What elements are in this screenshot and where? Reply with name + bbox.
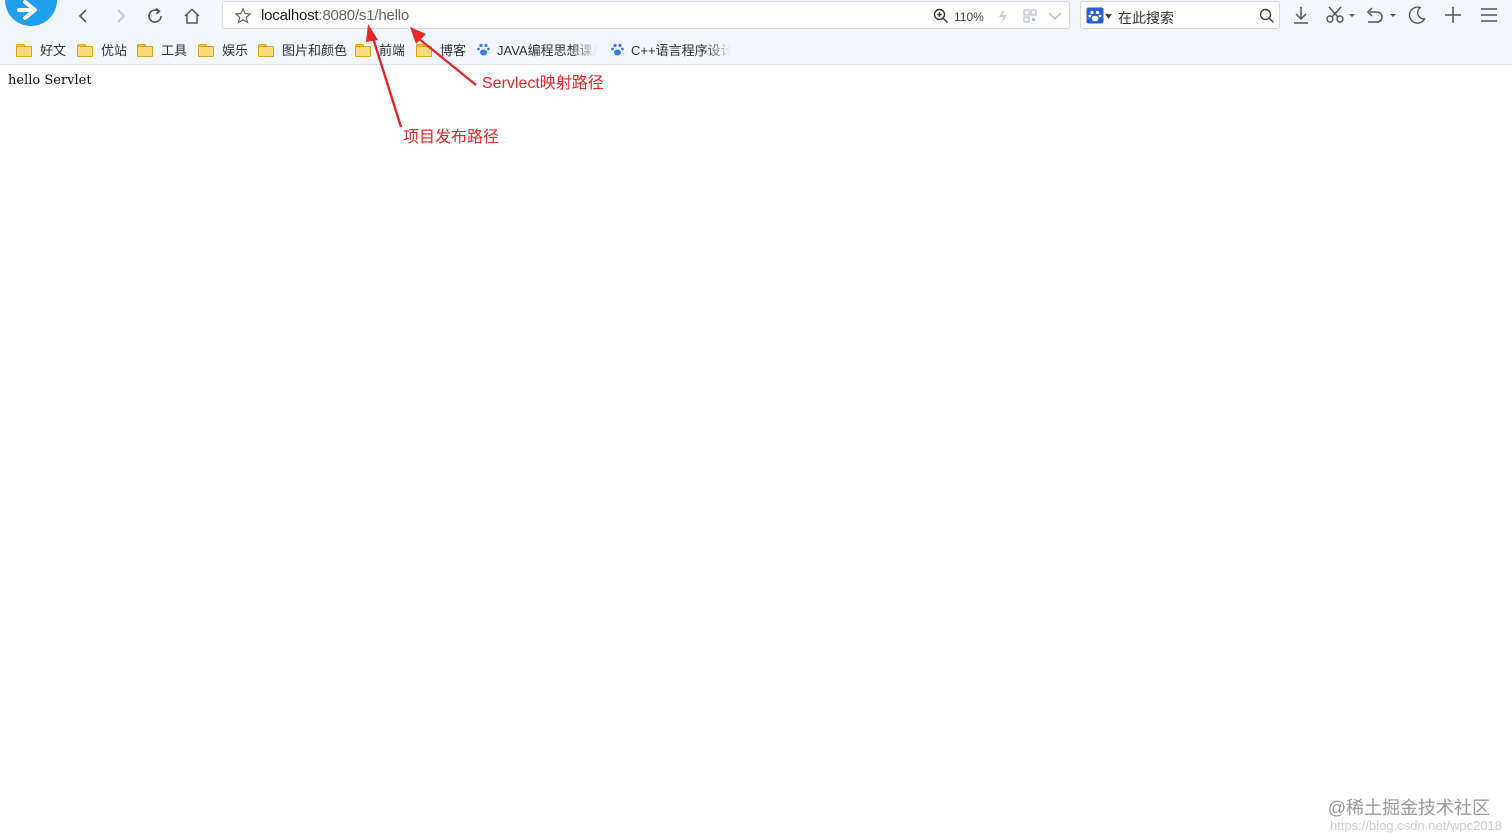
folder-icon [77,43,93,57]
page-body-text: hello Servlet [8,73,92,88]
menu-icon[interactable] [1479,5,1499,25]
forward-arrow-icon [117,9,126,23]
back-arrow-icon [78,9,87,23]
bookmark-label: 博客 [440,43,467,58]
watermark-text: @稀土掘金技术社区 [1327,798,1490,818]
bookmark-folder-qianduan[interactable]: 前端 [355,40,405,59]
home-button[interactable] [177,1,207,31]
reload-icon [148,7,162,23]
screenshot-scissors-icon[interactable] [1325,5,1355,25]
home-icon [184,8,200,24]
search-box[interactable]: 在此搜索 [1080,1,1280,29]
browser-chrome: localhost:8080/s1/hello 110% 在此搜索 好文 优站 … [0,0,1512,65]
bookmark-folder-yule[interactable]: 娱乐 [198,40,248,59]
folder-icon [416,43,432,57]
url-host: localhost [261,7,319,24]
browser-logo[interactable] [5,0,57,26]
bookmark-folder-boke[interactable]: 博客 [416,40,466,59]
undo-icon[interactable] [1364,5,1398,25]
lightning-icon[interactable] [997,8,1009,24]
bookmark-label: 前端 [379,43,406,58]
search-icon[interactable] [1259,8,1275,24]
baidu-paw-icon [477,43,490,56]
bookmark-label: 优站 [101,43,128,58]
forward-button[interactable] [105,1,135,31]
bookmark-cpp[interactable]: C++语言程序设计 [610,40,731,59]
night-mode-moon-icon[interactable] [1407,5,1427,25]
zoom-level[interactable]: 110% [954,10,984,24]
zoom-icon[interactable] [933,8,949,24]
folder-icon [258,43,274,57]
browser-toolbar: localhost:8080/s1/hello 110% 在此搜索 [0,0,1512,32]
bookmark-label: 图片和颜色 [282,43,348,58]
bookmark-label: 好文 [40,43,67,58]
folder-icon [198,43,214,57]
annotation-arrows [366,24,477,128]
star-icon[interactable] [234,7,252,25]
url-path: :8080/s1/hello [318,7,410,24]
chevron-down-icon[interactable] [1048,10,1062,22]
url-text[interactable]: localhost:8080/s1/hello [261,7,409,24]
annotation-project-path: 项目发布路径 [403,129,500,146]
annotation-servlet-path: Servlect映射路径 [482,75,604,92]
folder-icon [355,43,371,57]
new-tab-plus-icon[interactable] [1443,5,1463,25]
qr-code-icon[interactable] [1023,9,1037,23]
reload-button[interactable] [140,1,170,31]
bookmark-java[interactable]: JAVA编程思想课后 [476,40,597,59]
watermark-url: https://blog.csdn.net/wpc2018 [1329,818,1502,833]
bookmarks-bar: 好文 优站 工具 娱乐 图片和颜色 前端 博客 JAVA编程思想课后 C++语言… [0,34,1512,64]
back-button[interactable] [69,1,99,31]
bookmark-label: 工具 [161,43,188,58]
bookmark-folder-tupian[interactable]: 图片和颜色 [258,40,347,59]
bookmark-label: 娱乐 [222,43,249,58]
download-icon[interactable] [1291,5,1311,25]
folder-icon [137,43,153,57]
baidu-paw-icon [611,43,624,56]
bookmark-folder-gongju[interactable]: 工具 [137,40,187,59]
search-input[interactable]: 在此搜索 [1118,8,1174,28]
address-bar[interactable]: localhost:8080/s1/hello 110% [222,1,1070,29]
bookmark-label: C++语言程序设计 [631,43,731,58]
bookmark-folder-haowen[interactable]: 好文 [16,40,66,59]
folder-icon [16,43,32,57]
bookmark-folder-youzhan[interactable]: 优站 [77,40,127,59]
baidu-paw-icon[interactable] [1086,7,1104,24]
engine-dropdown-icon[interactable] [1105,14,1112,19]
bookmark-label: JAVA编程思想课后 [497,43,597,58]
